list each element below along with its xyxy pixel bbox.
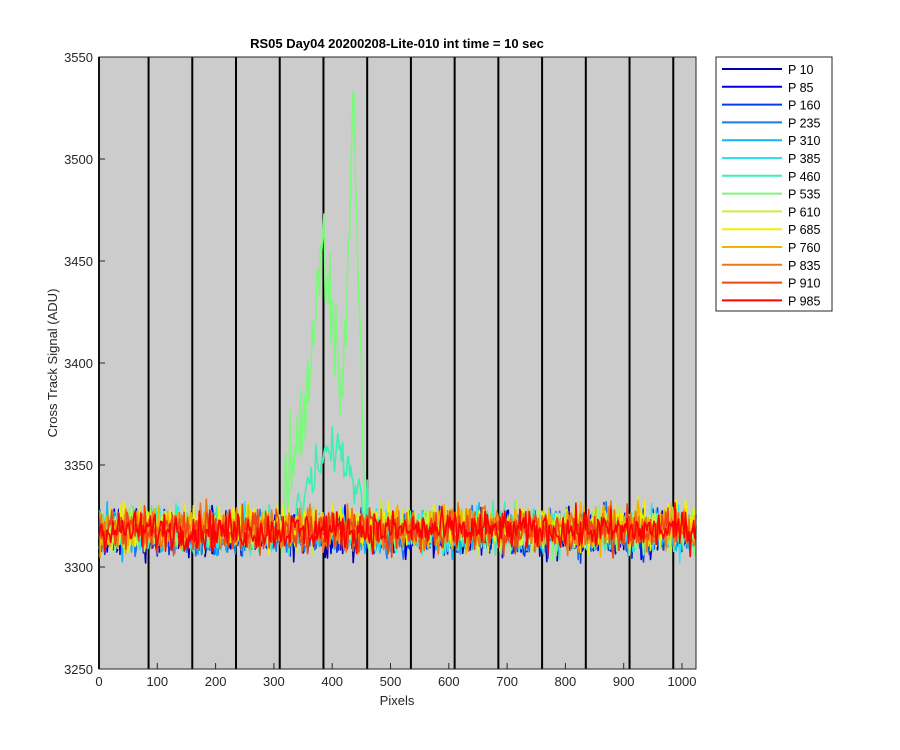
x-tick-label: 800 bbox=[555, 674, 577, 689]
y-tick-label: 3450 bbox=[64, 254, 93, 269]
y-tick-label: 3350 bbox=[64, 458, 93, 473]
x-tick-label: 0 bbox=[95, 674, 102, 689]
legend-label: P 760 bbox=[788, 241, 820, 255]
y-tick-label: 3400 bbox=[64, 356, 93, 371]
legend-label: P 235 bbox=[788, 116, 820, 130]
legend-label: P 535 bbox=[788, 188, 820, 202]
chart-title: RS05 Day04 20200208-Lite-010 int time = … bbox=[250, 36, 544, 51]
legend-label: P 835 bbox=[788, 259, 820, 273]
x-tick-label: 400 bbox=[321, 674, 343, 689]
legend-label: P 385 bbox=[788, 152, 820, 166]
legend-label: P 160 bbox=[788, 99, 820, 113]
legend-label: P 985 bbox=[788, 294, 820, 308]
legend-label: P 10 bbox=[788, 63, 814, 77]
y-axis-label: Cross Track Signal (ADU) bbox=[45, 289, 60, 438]
x-tick-label: 500 bbox=[380, 674, 402, 689]
x-tick-label: 200 bbox=[205, 674, 227, 689]
y-tick-label: 3250 bbox=[64, 662, 93, 677]
legend-label: P 910 bbox=[788, 277, 820, 291]
legend: P 10 P 85 P 160 P 235 P 310 P 385 P 460 P 535 P … bbox=[715, 56, 833, 312]
x-tick-label: 1000 bbox=[668, 674, 697, 689]
plot-area bbox=[99, 57, 696, 669]
figure: 0 100 200 300 400 500 600 700 800 900 1000 3250 330… bbox=[0, 0, 900, 750]
legend-label: P 85 bbox=[788, 81, 814, 95]
x-tick-label: 100 bbox=[146, 674, 168, 689]
x-tick-label: 300 bbox=[263, 674, 285, 689]
x-tick-label: 600 bbox=[438, 674, 460, 689]
legend-label: P 310 bbox=[788, 134, 820, 148]
y-tick-label: 3300 bbox=[64, 560, 93, 575]
x-tick-label: 700 bbox=[496, 674, 518, 689]
legend-label: P 460 bbox=[788, 170, 820, 184]
x-axis-label: Pixels bbox=[380, 693, 415, 708]
legend-box bbox=[715, 56, 833, 312]
y-tick-label: 3500 bbox=[64, 152, 93, 167]
y-tick-label: 3550 bbox=[64, 50, 93, 65]
legend-label: P 610 bbox=[788, 205, 820, 219]
x-tick-label: 900 bbox=[613, 674, 635, 689]
legend-label: P 685 bbox=[788, 223, 820, 237]
